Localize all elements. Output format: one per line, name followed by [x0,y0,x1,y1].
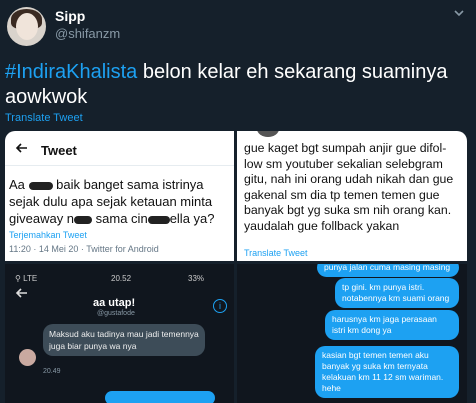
dm-outgoing-bubble: harusnya km jaga perasaan istri km dong … [325,310,459,340]
status-bar-time: 20.52 [111,274,132,283]
media-image-4[interactable]: punya jalan cuma masing masing tp gini. … [237,264,467,403]
translate-tweet-link[interactable]: Translate Tweet [5,112,83,124]
redaction-mark [28,181,53,190]
screenshot-meta: 11:20 · 14 Mei 20 · Twitter for Android [9,244,159,254]
dm-timestamp: 20.49 [43,368,61,375]
back-arrow-icon [15,141,29,158]
media-image-2[interactable]: gue kaget bgt sumpah anjir gue difol-low… [237,131,467,261]
avatar[interactable] [7,7,46,46]
back-arrow-icon [15,286,29,303]
dm-message-bubble: Maksud aku tadinya mau jadi temennya jug… [43,324,205,356]
media-image-3[interactable]: ⚲ LTE 20.52 33% aa utap! @gustafode i Ma… [5,264,234,403]
info-icon: i [213,299,227,313]
cropped-avatar [257,131,279,137]
screenshot-header: Tweet [41,143,77,158]
dm-contact-name: aa utap! [93,297,136,309]
screenshot-translate-label: Translate Tweet [244,248,308,258]
status-bar-signal: ⚲ LTE [15,274,38,283]
media-image-1[interactable]: Tweet Aa baik banget sama istrinya sejak… [5,131,234,261]
dm-outgoing-bubble: kasian bgt temen temen aku banyak yg suk… [315,346,459,398]
tweet-text: #IndiraKhalista belon kelar eh sekarang … [5,60,465,110]
dm-outgoing-bubble: tp gini. km punya istri. notabennya km s… [335,278,459,308]
dm-avatar [19,349,36,366]
display-name[interactable]: Sipp [55,8,85,24]
screenshot-tweet-text: Aa baik banget sama istrinya sejak dulu … [9,177,215,226]
avatar-face [16,13,38,40]
user-handle[interactable]: @shifanzm [55,26,120,41]
hashtag-link[interactable]: #IndiraKhalista [5,61,137,83]
redaction-mark [74,215,93,224]
status-bar-battery: 33% [188,274,205,283]
dm-outgoing-bubble-cropped [105,391,215,403]
dm-contact-handle: @gustafode [97,310,135,317]
chevron-down-icon[interactable] [452,6,466,20]
redaction-mark [147,215,170,224]
screenshot-translate-label: Terjemahkan Tweet [9,230,87,240]
dm-outgoing-bubble: punya jalan cuma masing masing [317,264,459,277]
divider [5,165,234,166]
screenshot-tweet-text: gue kaget bgt sumpah anjir gue difol-low… [244,141,454,233]
